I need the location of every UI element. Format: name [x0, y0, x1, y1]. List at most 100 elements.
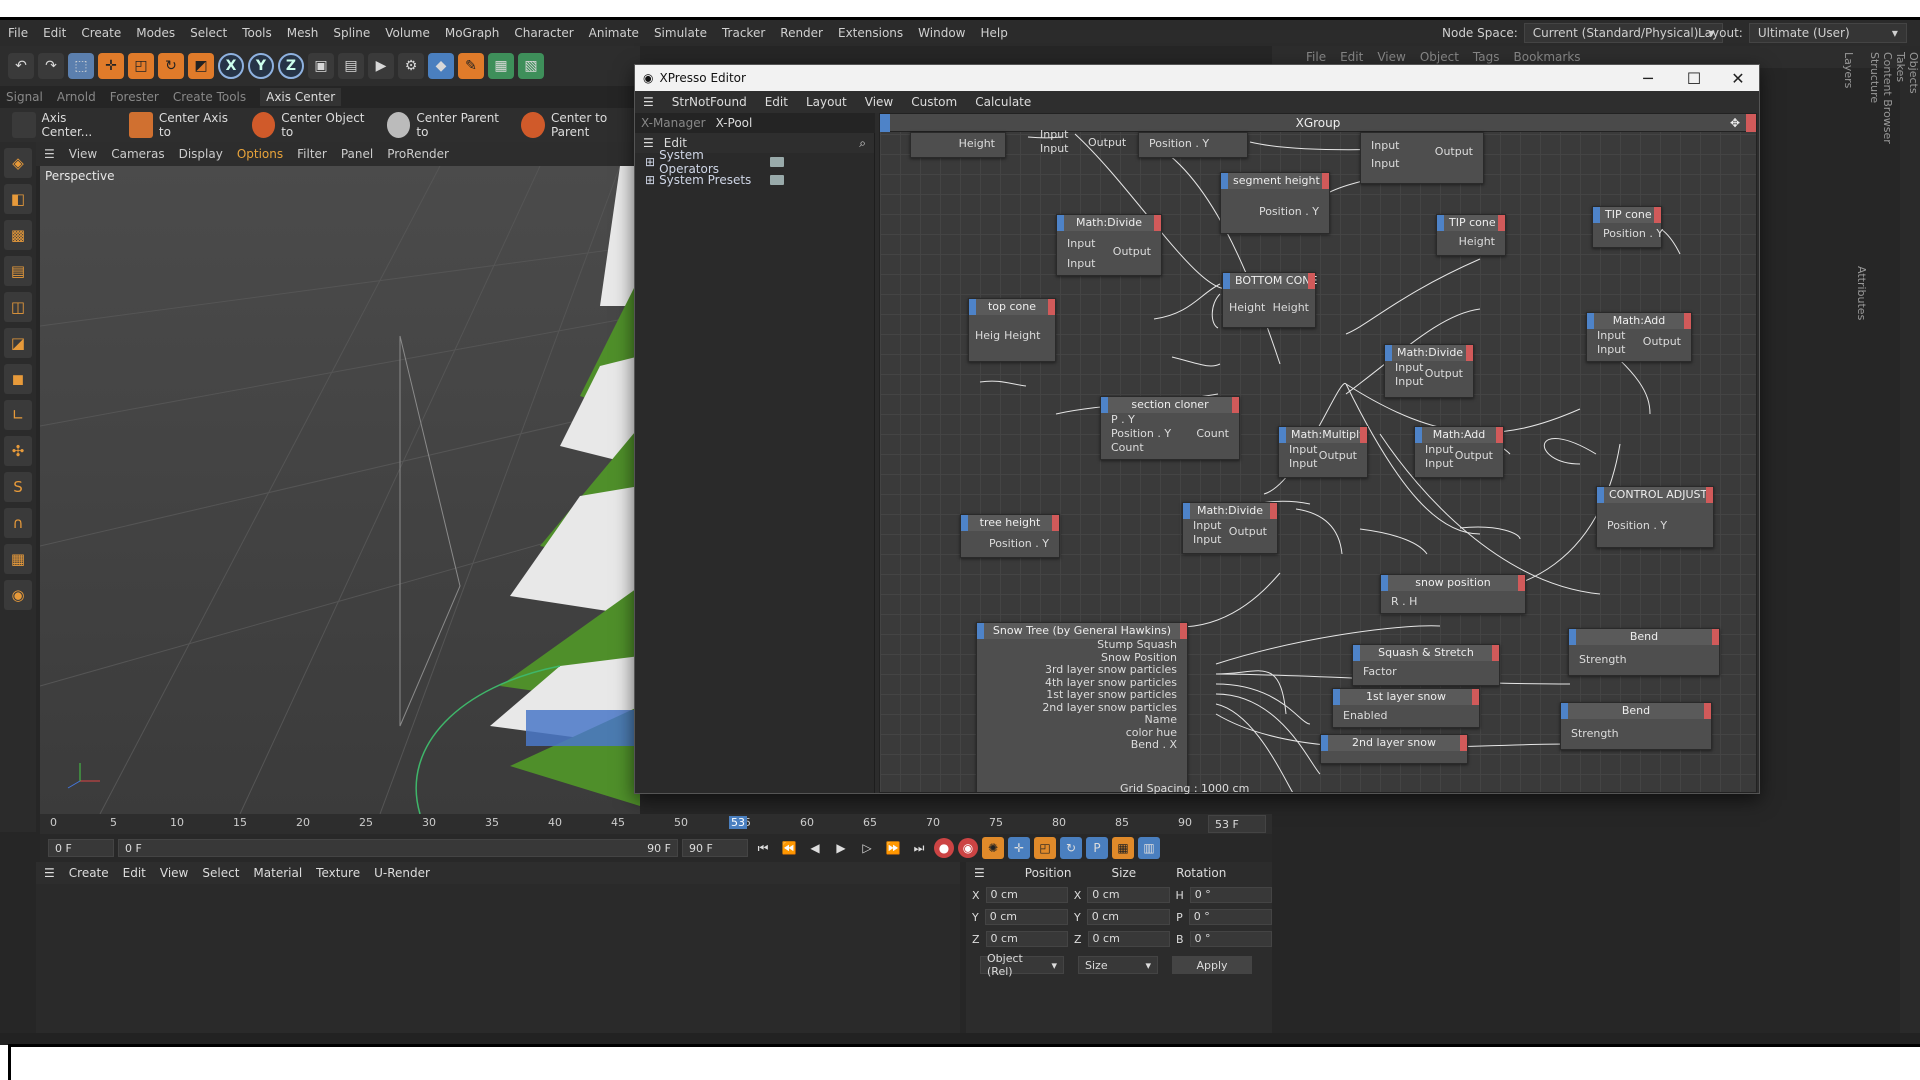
- axis-x-lock-button[interactable]: X: [218, 53, 244, 79]
- viewport-menu-display[interactable]: Display: [179, 147, 223, 161]
- node-port[interactable]: Output: [1425, 145, 1483, 159]
- center-parent-to-button[interactable]: Center Parent to: [416, 111, 505, 139]
- previous-key-icon[interactable]: ⏪: [778, 837, 800, 859]
- node-port[interactable]: Position . Y: [1139, 133, 1247, 150]
- mat-menu-select[interactable]: Select: [202, 866, 239, 880]
- tab-x-pool[interactable]: X-Pool: [716, 116, 753, 130]
- menu-edit[interactable]: Edit: [43, 26, 66, 40]
- node-bend-2[interactable]: Bend Strength: [1560, 702, 1712, 750]
- xp-menu-custom[interactable]: Custom: [911, 95, 957, 109]
- hamburger-icon[interactable]: ☰: [643, 136, 654, 150]
- node-port[interactable]: Position . Y: [961, 537, 1059, 551]
- node-port[interactable]: Strength: [1561, 727, 1711, 741]
- axis-y-lock-button[interactable]: Y: [248, 53, 274, 79]
- node-math-divide-2[interactable]: Math:Divide Input Input Output: [1384, 344, 1474, 398]
- center-object-icon[interactable]: [251, 112, 276, 138]
- node-port[interactable]: Strength: [1569, 653, 1719, 667]
- node-port[interactable]: 3rd layer snow particles: [977, 663, 1187, 677]
- tab-arnold[interactable]: Arnold: [57, 90, 96, 104]
- node-snow-tree[interactable]: Snow Tree (by General Hawkins) Stump Squ…: [976, 622, 1188, 792]
- node-port[interactable]: Height: [911, 133, 1005, 150]
- node-port[interactable]: P . Y: [1101, 413, 1239, 427]
- snap-icon[interactable]: S: [4, 472, 32, 502]
- key-position-icon[interactable]: ✛: [1008, 837, 1030, 859]
- hamburger-icon[interactable]: ☰: [44, 147, 55, 161]
- size-y-field[interactable]: 0 cm: [1086, 909, 1171, 925]
- scale-tool-icon[interactable]: ◰: [128, 53, 154, 79]
- playhead[interactable]: 53: [729, 816, 747, 829]
- xp-menu-layout[interactable]: Layout: [806, 95, 847, 109]
- texture-mode-icon[interactable]: ▩: [4, 220, 32, 250]
- node-port[interactable]: Height: [1437, 235, 1505, 249]
- node-port[interactable]: Heig: [975, 329, 1000, 343]
- keyframe-selection-icon[interactable]: ✺: [982, 837, 1004, 859]
- center-parent-icon[interactable]: [386, 112, 411, 138]
- size-mode-dropdown[interactable]: Size ▾: [1078, 956, 1158, 974]
- node-port[interactable]: Height: [1229, 301, 1265, 315]
- node-section-cloner[interactable]: section cloner P . Y Position . Y Count …: [1100, 396, 1240, 460]
- rotate-tool-icon[interactable]: ↻: [158, 53, 184, 79]
- node-port[interactable]: Output: [1445, 449, 1503, 463]
- cloner-icon[interactable]: ▧: [518, 53, 544, 79]
- pool-item-system-operators[interactable]: ⊞ System Operators: [635, 148, 874, 176]
- preview-range-slider[interactable]: 0 F 90 F: [118, 839, 678, 857]
- xpresso-node-graph[interactable]: XGroup ✥ Height Input Input Output Posit…: [879, 113, 1757, 793]
- node-port[interactable]: Count: [1186, 427, 1239, 441]
- xp-menu-view[interactable]: View: [865, 95, 893, 109]
- menu-modes[interactable]: Modes: [136, 26, 175, 40]
- xp-menu-calculate[interactable]: Calculate: [975, 95, 1031, 109]
- node-2nd-layer-snow[interactable]: 2nd layer snow: [1320, 734, 1468, 764]
- om-menu-edit[interactable]: Edit: [1340, 50, 1363, 64]
- perspective-viewport[interactable]: Perspective: [40, 166, 640, 814]
- node-tip-cone[interactable]: TIP cone Height: [1436, 214, 1506, 256]
- workplane-icon[interactable]: ▤: [4, 256, 32, 286]
- viewport-menu-options[interactable]: Options: [237, 147, 283, 161]
- node-port[interactable]: Output: [1309, 449, 1367, 463]
- menu-mesh[interactable]: Mesh: [287, 26, 319, 40]
- go-to-start-icon[interactable]: ⏮: [752, 837, 774, 859]
- node-top-left[interactable]: Height: [910, 132, 1006, 158]
- coordinate-system-icon[interactable]: ▣: [308, 53, 334, 79]
- menu-render[interactable]: Render: [780, 26, 823, 40]
- key-pla-icon[interactable]: ▦: [1112, 837, 1134, 859]
- cube-object-icon[interactable]: ◆: [428, 53, 454, 79]
- mat-menu-material[interactable]: Material: [253, 866, 302, 880]
- node-tree-height[interactable]: tree height Position . Y: [960, 514, 1060, 558]
- mat-menu-view[interactable]: View: [160, 866, 188, 880]
- node-port[interactable]: Height: [1273, 301, 1309, 315]
- node-port[interactable]: Count: [1101, 441, 1239, 455]
- node-control-adjust[interactable]: CONTROL ADJUST Position . Y: [1596, 486, 1714, 548]
- node-port[interactable]: Input: [1057, 257, 1161, 271]
- key-parameter-icon[interactable]: P: [1086, 837, 1108, 859]
- xp-menu-strnotfound[interactable]: StrNotFound: [672, 95, 747, 109]
- size-z-field[interactable]: 0 cm: [1087, 931, 1170, 947]
- axis-mode-icon[interactable]: ∟: [4, 400, 32, 430]
- mat-menu-texture[interactable]: Texture: [316, 866, 360, 880]
- maximize-icon[interactable]: ☐: [1671, 65, 1717, 91]
- node-space-dropdown[interactable]: Current (Standard/Physical) ▾: [1523, 23, 1724, 43]
- recent-tool-icon[interactable]: ◩: [188, 53, 214, 79]
- side-tab-structure[interactable]: Structure: [1868, 46, 1881, 1045]
- end-frame-field[interactable]: 90 F: [682, 839, 748, 857]
- node-port[interactable]: Stump Squash: [977, 638, 1187, 652]
- pen-spline-icon[interactable]: ✎: [458, 53, 484, 79]
- render-view-icon[interactable]: ▤: [338, 53, 364, 79]
- om-menu-object[interactable]: Object: [1420, 50, 1459, 64]
- select-tool-icon[interactable]: ⬚: [68, 53, 94, 79]
- coord-mode-dropdown[interactable]: Object (Rel) ▾: [980, 952, 1064, 978]
- axis-center-button[interactable]: Axis Center...: [42, 111, 114, 139]
- size-x-field[interactable]: 0 cm: [1087, 887, 1170, 903]
- menu-select[interactable]: Select: [190, 26, 227, 40]
- go-to-end-icon[interactable]: ⏭: [908, 837, 930, 859]
- side-tab-content-browser[interactable]: Content Browser: [1881, 46, 1894, 1045]
- side-tab-attributes[interactable]: Attributes: [1855, 46, 1868, 1045]
- node-port[interactable]: Height: [1004, 329, 1040, 343]
- position-z-field[interactable]: 0 cm: [985, 931, 1068, 947]
- redo-icon[interactable]: ↷: [38, 53, 64, 79]
- minimize-icon[interactable]: ─: [1625, 65, 1671, 91]
- rotation-h-field[interactable]: 0 °: [1189, 887, 1272, 903]
- menu-tracker[interactable]: Tracker: [722, 26, 765, 40]
- node-port[interactable]: Position . Y: [1597, 519, 1713, 533]
- undo-icon[interactable]: ↶: [8, 53, 34, 79]
- node-port[interactable]: Position . Y: [1221, 205, 1329, 219]
